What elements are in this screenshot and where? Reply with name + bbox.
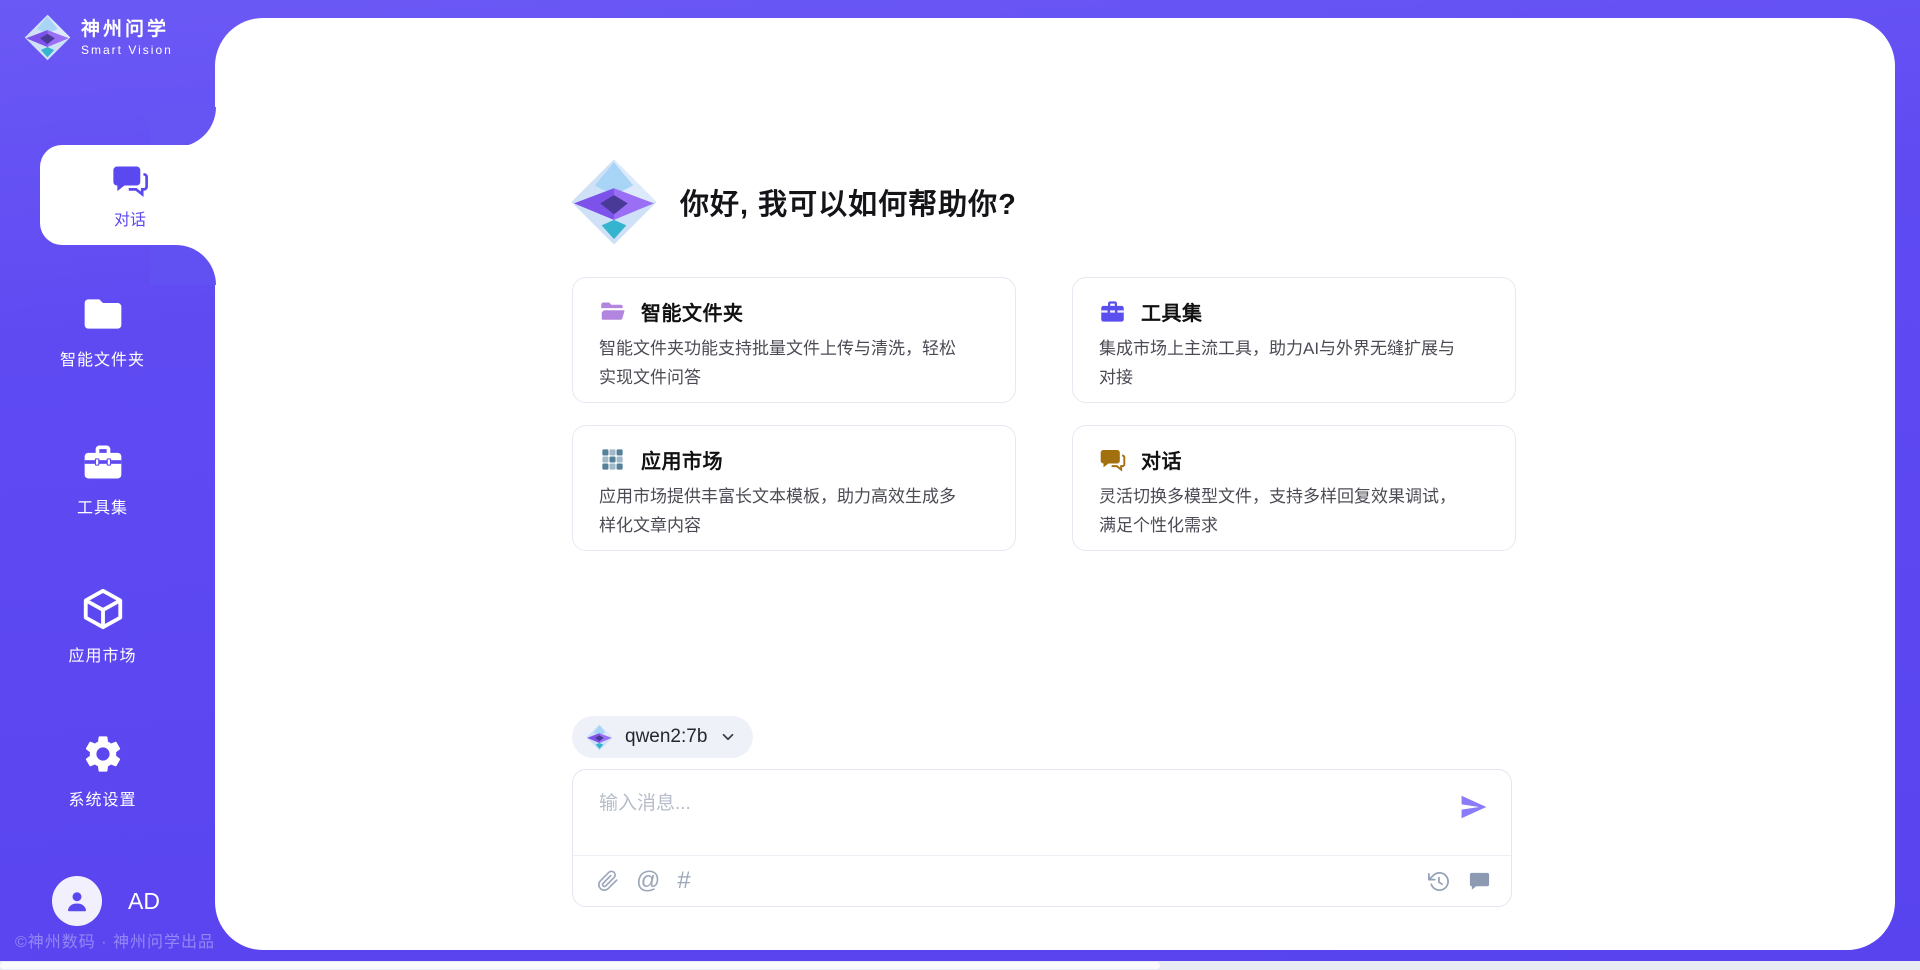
brand-diamond-logo-icon xyxy=(24,14,71,61)
card-chat[interactable]: 对话 灵活切换多模型文件，支持多样回复效果调试，满足个性化需求 xyxy=(1072,425,1516,551)
history-icon xyxy=(1427,870,1450,893)
card-description: 应用市场提供丰富长文本模板，助力高效生成多样化文章内容 xyxy=(599,482,971,540)
toolbox-icon xyxy=(1099,298,1126,325)
message-composer: @ # xyxy=(572,769,1512,907)
composer-left-tools: @ # xyxy=(597,869,691,893)
model-name: qwen2:7b xyxy=(625,726,707,748)
folder-open-icon xyxy=(599,298,626,325)
user-row: AD xyxy=(52,876,160,926)
card-description: 灵活切换多模型文件，支持多样回复效果调试，满足个性化需求 xyxy=(1099,482,1471,540)
mention-button[interactable]: @ xyxy=(636,869,660,893)
feedback-button[interactable] xyxy=(1468,870,1491,893)
composer-right-tools xyxy=(1427,870,1491,893)
folder-icon xyxy=(81,292,125,336)
card-app-market[interactable]: 应用市场 应用市场提供丰富长文本模板，助力高效生成多样化文章内容 xyxy=(572,425,1016,551)
sidebar-item-app-market[interactable]: 应用市场 xyxy=(0,586,205,666)
card-title: 智能文件夹 xyxy=(641,297,744,326)
message-input[interactable] xyxy=(597,786,1431,846)
send-icon xyxy=(1457,791,1491,823)
sidebar-item-settings[interactable]: 系统设置 xyxy=(0,732,205,810)
card-head: 对话 xyxy=(1099,445,1489,474)
cube-icon xyxy=(80,586,126,632)
history-button[interactable] xyxy=(1427,870,1450,893)
brand-text: 神州问学 Smart Vision xyxy=(81,19,173,57)
sidebar-item-label: 应用市场 xyxy=(68,642,136,666)
mention-icon: @ xyxy=(636,869,660,893)
horizontal-scrollbar-track[interactable] xyxy=(0,961,1920,970)
horizontal-scrollbar-thumb[interactable] xyxy=(0,962,1160,969)
brand-name: 神州问学 xyxy=(81,19,173,41)
card-smart-folders[interactable]: 智能文件夹 智能文件夹功能支持批量文件上传与清洗，轻松实现文件问答 xyxy=(572,277,1016,403)
sidebar-item-label: 智能文件夹 xyxy=(60,346,145,370)
sidebar-item-label: 工具集 xyxy=(77,494,128,518)
send-button[interactable] xyxy=(1457,790,1491,824)
model-selector[interactable]: qwen2:7b xyxy=(572,716,753,758)
avatar[interactable] xyxy=(52,876,102,926)
hash-icon: # xyxy=(677,869,690,893)
card-description: 智能文件夹功能支持批量文件上传与清洗，轻松实现文件问答 xyxy=(599,334,971,392)
toolbox-icon xyxy=(81,440,125,484)
greeting-diamond-logo-icon xyxy=(570,158,658,246)
card-title: 对话 xyxy=(1141,445,1182,474)
hash-button[interactable]: # xyxy=(677,869,690,893)
grid-icon xyxy=(599,446,626,473)
model-diamond-logo-icon xyxy=(586,724,613,751)
card-head: 应用市场 xyxy=(599,445,989,474)
card-head: 工具集 xyxy=(1099,297,1489,326)
gear-icon xyxy=(81,732,125,776)
greeting-row: 你好, 我可以如何帮助你? xyxy=(570,158,1017,246)
sidebar-item-label: 对话 xyxy=(114,206,146,230)
copyright-text: ©神州数码 · 神州问学出品 xyxy=(15,928,215,952)
attach-button[interactable] xyxy=(597,870,619,892)
person-icon xyxy=(62,886,92,916)
card-title: 工具集 xyxy=(1141,297,1203,326)
card-description: 集成市场上主流工具，助力AI与外界无缝扩展与对接 xyxy=(1099,334,1471,392)
chevron-down-icon xyxy=(719,728,737,746)
chat-icon xyxy=(1099,446,1126,473)
sidebar-item-label: 系统设置 xyxy=(68,786,136,810)
user-name: AD xyxy=(128,888,160,915)
greeting-text: 你好, 我可以如何帮助你? xyxy=(680,181,1017,223)
attach-icon xyxy=(597,870,619,892)
card-toolset[interactable]: 工具集 集成市场上主流工具，助力AI与外界无缝扩展与对接 xyxy=(1072,277,1516,403)
feature-cards: 智能文件夹 智能文件夹功能支持批量文件上传与清洗，轻松实现文件问答 工具集 集成… xyxy=(572,277,1516,551)
composer-divider xyxy=(573,855,1511,856)
card-title: 应用市场 xyxy=(641,445,723,474)
sidebar-item-toolset[interactable]: 工具集 xyxy=(0,440,205,518)
chat-icon xyxy=(111,161,149,199)
brand-subtitle: Smart Vision xyxy=(81,43,173,57)
card-head: 智能文件夹 xyxy=(599,297,989,326)
feedback-icon xyxy=(1468,870,1491,893)
brand[interactable]: 神州问学 Smart Vision xyxy=(24,14,173,61)
sidebar-item-chat[interactable]: 对话 xyxy=(40,145,220,245)
sidebar-item-smart-folders[interactable]: 智能文件夹 xyxy=(0,292,205,370)
